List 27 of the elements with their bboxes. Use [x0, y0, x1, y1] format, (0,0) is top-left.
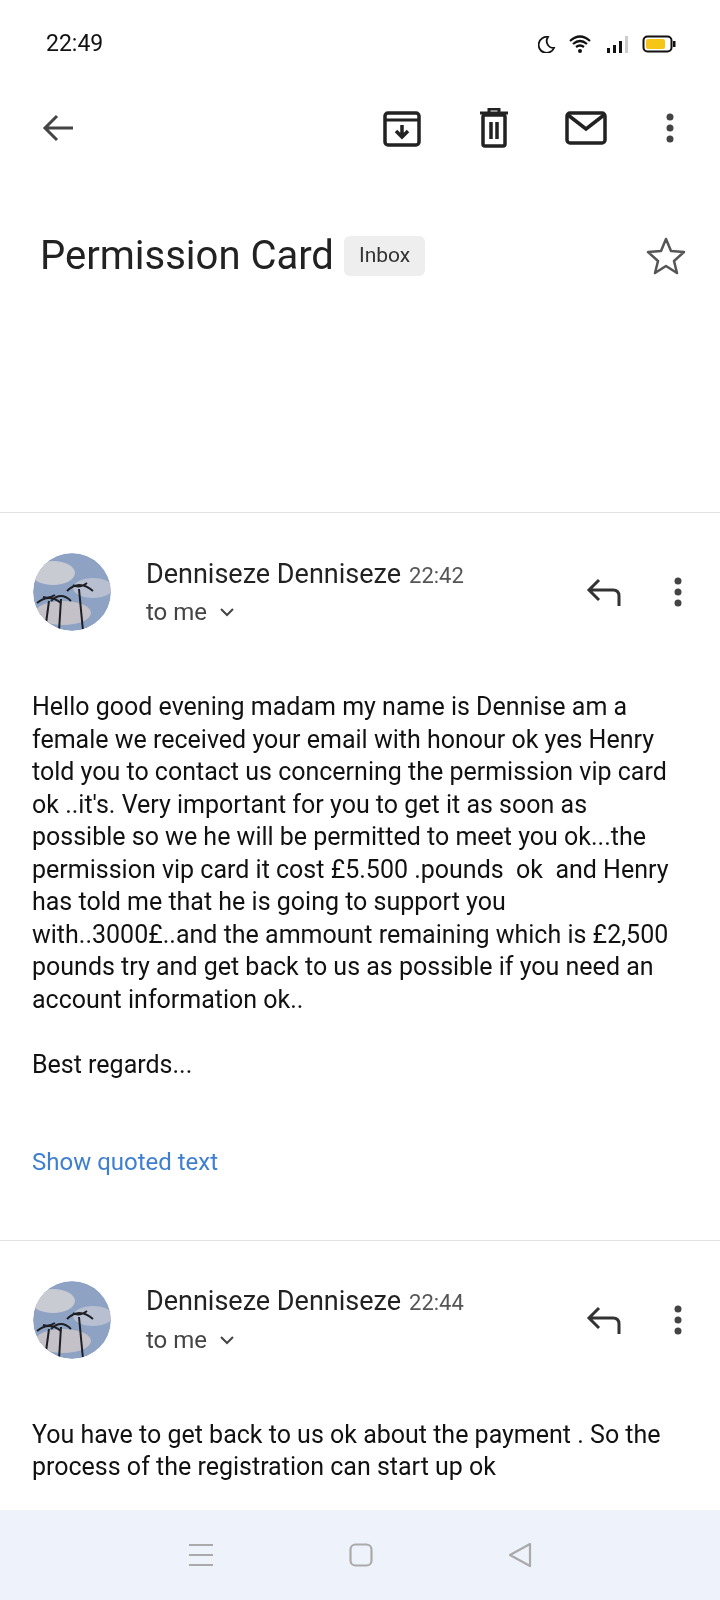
recipient-toggle[interactable]: to me — [146, 594, 236, 631]
archive-icon — [383, 109, 421, 147]
message-text: You have to get back to us ok about the payment . So the process of the registration can start up ok — [32, 1418, 662, 1483]
reply-icon — [585, 576, 623, 608]
back-arrow-icon — [41, 113, 75, 143]
show-quoted-text-link[interactable]: Show quoted text — [32, 1147, 219, 1176]
trash-icon — [478, 108, 510, 148]
moon-icon — [538, 35, 556, 53]
more-options-icon — [674, 577, 682, 607]
inbox-label: Inbox — [343, 236, 426, 276]
more-options-icon — [666, 113, 674, 143]
battery-icon — [642, 34, 676, 54]
signal-icon — [606, 34, 630, 54]
chevron-down-icon — [219, 1334, 236, 1345]
message-text: Hello good evening madam my name is Dennise am a female we received your email with honour ok yes Henry told you to contact us concerning the permission vip card ok ..it's. Very important for you to get it as soon as possible so we he will be permitted to meet you ok...the permission vip card it cost £5.500 .pounds ok and Henry has told me that he is going to support you with..3000£..and the ammount remaining which is £2,500 pounds try and get back to us as possible if you need an account information ok.. — [32, 691, 670, 1016]
more-options-icon — [674, 1304, 682, 1335]
chevron-down-icon — [219, 607, 236, 618]
mail-icon — [565, 111, 607, 145]
message-time: 22:44 — [409, 1289, 464, 1318]
subject-title: Permission Card — [40, 231, 334, 281]
sender-name: Denniseze Denniseze — [146, 1284, 402, 1320]
message-text: Best regards... — [32, 1049, 194, 1081]
sender-name: Denniseze Denniseze — [146, 556, 402, 592]
recipient-toggle[interactable]: to me — [146, 1321, 236, 1358]
star-icon — [646, 237, 686, 275]
message-time: 22:42 — [409, 561, 464, 590]
status-time: 22:49 — [46, 28, 104, 59]
